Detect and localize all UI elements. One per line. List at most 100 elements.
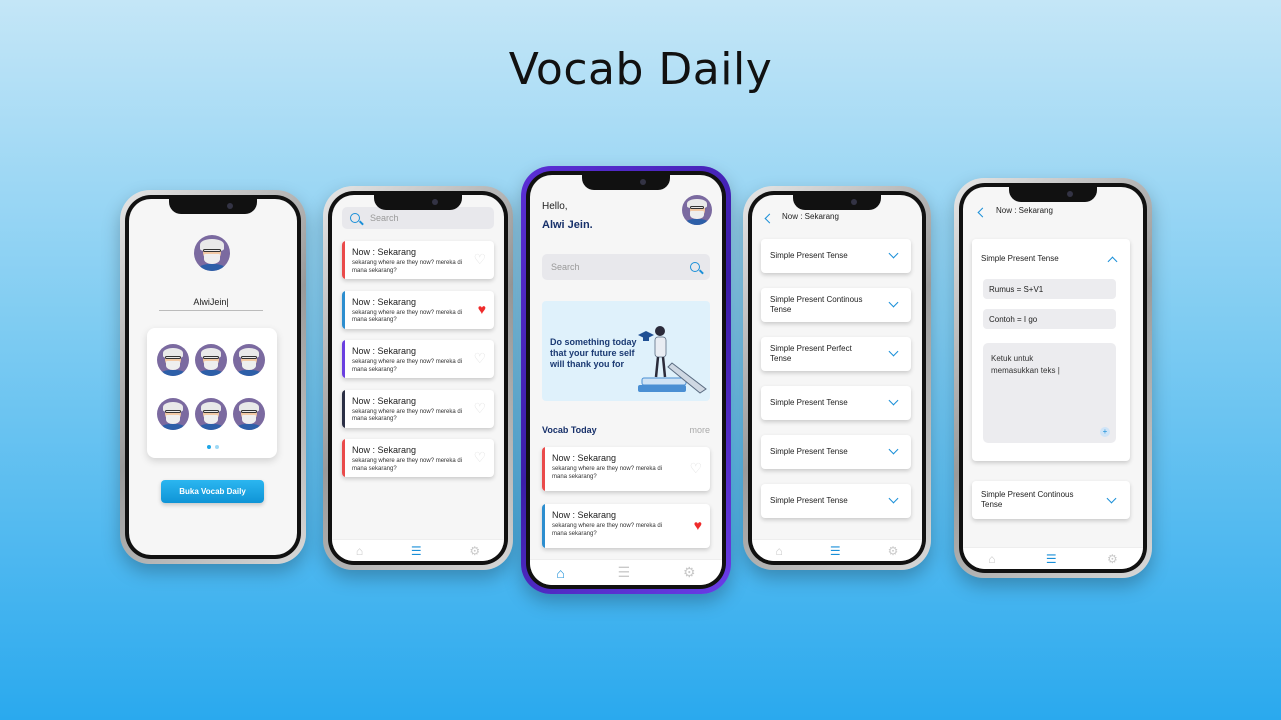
settings-icon[interactable]: ⚙ [1107, 552, 1118, 566]
add-icon[interactable]: + [1100, 427, 1110, 437]
tense-label: Simple Present Perfect Tense [770, 344, 852, 363]
list-item[interactable]: Now : Sekarang sekarang where are they no… [342, 340, 494, 378]
color-bar [342, 340, 345, 378]
item-description: sekarang where are they now? mereka di m… [352, 408, 463, 423]
chevron-down-icon[interactable] [888, 346, 899, 357]
list-icon[interactable]: ☰ [411, 544, 422, 558]
list-icon[interactable]: ☰ [618, 564, 631, 581]
list-item[interactable]: Now : Sekarang sekarang where are they no… [542, 447, 710, 491]
more-link[interactable]: more [689, 425, 710, 435]
list-item[interactable]: Now : Sekarang sekarang where are they no… [342, 389, 494, 428]
back-icon[interactable] [977, 207, 988, 218]
color-bar [342, 241, 345, 279]
bottom-nav: ⌂ ☰ ⚙ [332, 539, 504, 561]
tense-item[interactable]: Simple Present Tense [761, 435, 911, 469]
heart-icon[interactable]: ♡ [473, 351, 486, 365]
notch [169, 199, 257, 214]
chevron-down-icon[interactable] [888, 248, 899, 259]
settings-icon[interactable]: ⚙ [469, 544, 480, 558]
tense-item[interactable]: Simple Present Continous Tense [972, 481, 1130, 519]
avatar-option[interactable] [233, 398, 265, 430]
tense-item[interactable]: Simple Present Tense [761, 239, 911, 273]
settings-icon[interactable]: ⚙ [683, 564, 696, 581]
page-dots[interactable] [207, 445, 219, 449]
chevron-down-icon[interactable] [888, 395, 899, 406]
greeting: Hello, [542, 201, 568, 212]
search-icon [350, 213, 360, 223]
list-item[interactable]: Now : Sekarang sekarang where are they no… [342, 241, 494, 279]
item-title: Now : Sekarang [352, 346, 417, 356]
open-app-button[interactable]: Buka Vocab Daily [161, 480, 264, 503]
tense-item[interactable]: Simple Present Perfect Tense [761, 337, 911, 371]
color-bar [542, 447, 545, 491]
heart-icon[interactable]: ♡ [473, 401, 486, 415]
item-title: Now : Sekarang [552, 453, 617, 463]
notch [582, 175, 670, 190]
avatar[interactable] [682, 195, 712, 225]
phone-detail: Now : Sekarang Simple Present Tense Rumu… [954, 178, 1152, 578]
chevron-down-icon[interactable] [888, 297, 899, 308]
headline: Vocab Daily [508, 44, 773, 95]
heart-icon[interactable]: ♡ [473, 252, 486, 266]
name-input[interactable]: AlwiJein| [159, 297, 263, 311]
profile-screen: AlwiJein| Buka Vocab Daily [129, 199, 297, 555]
notch [374, 195, 462, 210]
tense-item[interactable]: Simple Present Continous Tense [761, 288, 911, 322]
settings-icon[interactable]: ⚙ [888, 544, 899, 558]
item-description: sekarang where are they now? mereka di m… [352, 359, 463, 373]
avatar-option[interactable] [195, 398, 227, 430]
bottom-nav: ⌂ ☰ ⚙ [963, 547, 1143, 569]
list-item[interactable]: Now : Sekarang sekarang where are they no… [542, 504, 710, 548]
tense-label: Simple Present Continous Tense [770, 295, 863, 314]
color-bar [342, 439, 345, 477]
home-icon[interactable]: ⌂ [988, 552, 995, 566]
screen-title: Now : Sekarang [782, 212, 839, 221]
heart-icon[interactable]: ♡ [689, 461, 702, 475]
heart-icon[interactable]: ♡ [473, 450, 486, 464]
heart-icon[interactable]: ♥ [694, 518, 702, 532]
list-icon[interactable]: ☰ [830, 544, 841, 558]
note-textarea[interactable]: Ketuk untuk memasukkan teks | + [983, 343, 1116, 443]
item-description: sekarang where are they now? mereka di m… [352, 458, 463, 472]
heart-icon[interactable]: ♥ [478, 302, 486, 316]
avatar[interactable] [194, 235, 230, 271]
chevron-down-icon[interactable] [888, 444, 899, 455]
phone-list: Search Now : Sekarang sekarang where are … [323, 186, 513, 570]
phone-home: Hello, Alwi Jein. Search Do something to… [521, 166, 731, 594]
avatar-picker [147, 328, 277, 458]
phone-profile: AlwiJein| Buka Vocab Daily [120, 190, 306, 564]
item-description: sekarang where are they now? mereka di m… [352, 260, 463, 274]
avatar-option[interactable] [157, 344, 189, 376]
formula-field: Rumus = S+V1 [983, 279, 1116, 299]
bottom-nav: ⌂ ☰ ⚙ [530, 559, 722, 585]
tense-item[interactable]: Simple Present Tense [761, 484, 911, 518]
search-input[interactable]: Search [542, 254, 710, 280]
chevron-up-icon[interactable] [1107, 256, 1118, 267]
avatar-option[interactable] [195, 344, 227, 376]
avatar-option[interactable] [157, 398, 189, 430]
back-icon[interactable] [764, 213, 775, 224]
item-description: sekarang where are they now? mereka di m… [352, 309, 463, 324]
bottom-nav: ⌂ ☰ ⚙ [752, 539, 922, 561]
list-item[interactable]: Now : Sekarang sekarang where are they no… [342, 290, 494, 329]
chevron-down-icon[interactable] [1106, 493, 1117, 504]
list-item[interactable]: Now : Sekarang sekarang where are they no… [342, 439, 494, 477]
tense-label: Simple Present Continous Tense [981, 490, 1074, 509]
search-input[interactable]: Search [342, 207, 494, 229]
home-icon[interactable]: ⌂ [556, 565, 564, 581]
home-icon[interactable]: ⌂ [356, 544, 363, 558]
chevron-down-icon[interactable] [888, 493, 899, 504]
quote-banner: Do something today that your future self… [542, 301, 710, 401]
list-icon[interactable]: ☰ [1046, 552, 1057, 566]
tense-item[interactable]: Simple Present Tense [761, 386, 911, 420]
notch [1009, 187, 1097, 202]
avatar-option[interactable] [233, 344, 265, 376]
home-icon[interactable]: ⌂ [776, 544, 783, 558]
search-icon[interactable] [690, 262, 700, 272]
notch [793, 195, 881, 210]
section-title: Vocab Today [542, 425, 597, 435]
tense-title[interactable]: Simple Present Tense [981, 254, 1059, 263]
item-title: Now : Sekarang [352, 247, 417, 257]
phone-tenses: Now : Sekarang Simple Present Tense Simpl… [743, 186, 931, 570]
tense-label: Simple Present Tense [770, 447, 848, 456]
